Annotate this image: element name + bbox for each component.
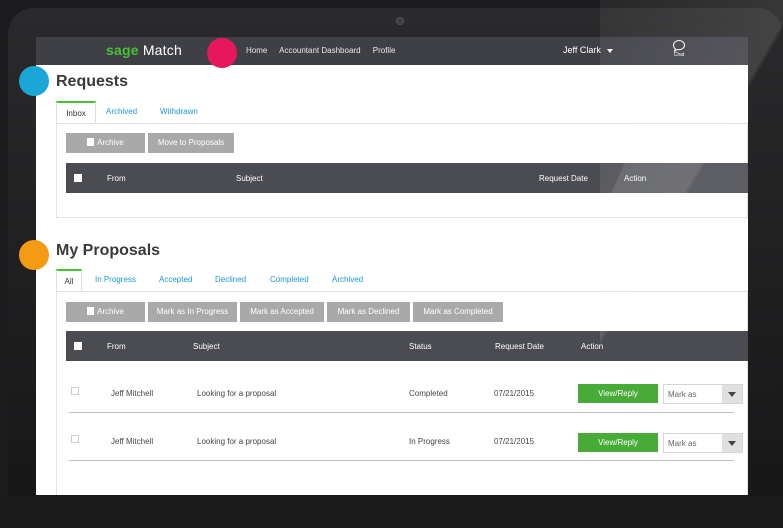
archive-icon <box>87 138 95 146</box>
row-subject: Looking for a proposal <box>197 389 277 398</box>
laptop-frame: sage Match Home Accountant Dashboard Pro… <box>0 0 783 528</box>
row-checkbox[interactable] <box>71 387 79 395</box>
mark-completed-button[interactable]: Mark as Completed <box>413 302 503 322</box>
row-status: Completed <box>409 389 448 398</box>
chevron-down-icon <box>606 48 613 53</box>
proposals-title: My Proposals <box>56 242 161 259</box>
row-from: Jeff Mitchell <box>111 389 154 398</box>
col-from: From <box>107 174 126 183</box>
chat-button[interactable]: Chat <box>670 39 688 58</box>
col-action: Action <box>581 342 604 351</box>
chat-icon <box>672 39 686 53</box>
requests-title: Requests <box>56 73 129 90</box>
tab-all[interactable]: All <box>56 269 82 291</box>
col-from: From <box>107 342 126 351</box>
chevron-down-icon <box>722 434 742 452</box>
requests-table-header: From Subject Request Date Action <box>66 163 748 193</box>
mark-as-select[interactable]: Mark as <box>663 433 743 453</box>
tab-declined[interactable]: Declined <box>215 269 246 291</box>
table-row: Jeff Mitchell Looking for a proposal In … <box>66 413 748 461</box>
table-row: Jeff Mitchell Looking for a proposal Com… <box>66 365 748 413</box>
brand-logo[interactable]: sage Match <box>106 42 182 58</box>
col-subject: Subject <box>236 174 263 183</box>
tab-archived[interactable]: Archived <box>106 101 137 123</box>
nav-home[interactable]: Home <box>246 46 267 55</box>
col-action: Action <box>624 174 647 183</box>
col-request-date: Request Date <box>539 174 588 183</box>
nav-accountant-dashboard[interactable]: Accountant Dashboard <box>279 46 360 55</box>
tab-inbox[interactable]: Inbox <box>56 101 96 123</box>
proposals-select-all-checkbox[interactable] <box>74 342 82 350</box>
requests-panel: Archive Move to Proposals From Subject R… <box>56 123 748 218</box>
annotation-marker-blue <box>19 66 49 96</box>
archive-button-label: Archive <box>97 138 124 147</box>
mark-as-select[interactable]: Mark as <box>663 384 743 404</box>
mark-declined-button[interactable]: Mark as Declined <box>327 302 410 322</box>
top-navigation-bar: sage Match Home Accountant Dashboard Pro… <box>36 37 748 65</box>
nav-profile[interactable]: Profile <box>373 46 396 55</box>
brand-match: Match <box>142 42 182 58</box>
proposals-tabs: All In Progress Accepted Declined Comple… <box>56 269 456 291</box>
row-from: Jeff Mitchell <box>111 437 154 446</box>
row-checkbox[interactable] <box>71 435 79 443</box>
tab-accepted[interactable]: Accepted <box>159 269 192 291</box>
mark-as-value: Mark as <box>668 439 697 448</box>
view-reply-button[interactable]: View/Reply <box>578 384 658 403</box>
archive-button[interactable]: Archive <box>66 133 145 153</box>
row-divider <box>69 460 734 461</box>
mark-accepted-button[interactable]: Mark as Accepted <box>240 302 324 322</box>
view-reply-button[interactable]: View/Reply <box>578 433 658 452</box>
col-subject: Subject <box>193 342 220 351</box>
tab-in-progress[interactable]: In Progress <box>95 269 136 291</box>
webcam <box>396 17 404 25</box>
brand-sage: sage <box>106 42 139 58</box>
move-to-proposals-button[interactable]: Move to Proposals <box>148 133 234 153</box>
col-request-date: Request Date <box>495 342 544 351</box>
tab-completed[interactable]: Completed <box>270 269 309 291</box>
proposals-panel: Archive Mark as In Progress Mark as Acce… <box>56 291 748 495</box>
chevron-down-icon <box>722 385 742 403</box>
proposals-archive-button[interactable]: Archive <box>66 302 145 322</box>
row-status: In Progress <box>409 437 450 446</box>
app-screen: sage Match Home Accountant Dashboard Pro… <box>36 37 748 495</box>
select-all-checkbox[interactable] <box>74 174 82 182</box>
chat-label: Chat <box>673 52 685 58</box>
row-subject: Looking for a proposal <box>197 437 277 446</box>
requests-tabs: Inbox Archived Withdrawn <box>56 101 356 123</box>
proposals-table-header: From Subject Status Request Date Action <box>66 331 748 361</box>
proposals-archive-label: Archive <box>97 307 124 316</box>
user-menu[interactable]: Jeff Clark <box>563 45 613 55</box>
laptop-bottom-edge <box>0 496 783 528</box>
mark-as-value: Mark as <box>668 390 697 399</box>
row-date: 07/21/2015 <box>494 389 535 398</box>
main-nav: Home Accountant Dashboard Profile <box>246 46 405 55</box>
annotation-marker-pink <box>207 38 237 68</box>
annotation-marker-orange <box>19 240 49 270</box>
col-status: Status <box>409 342 432 351</box>
mark-in-progress-button[interactable]: Mark as In Progress <box>148 302 237 322</box>
user-name: Jeff Clark <box>563 45 601 55</box>
tab-archived-proposals[interactable]: Archived <box>332 269 363 291</box>
row-date: 07/21/2015 <box>494 437 535 446</box>
tab-withdrawn[interactable]: Withdrawn <box>160 101 198 123</box>
archive-icon <box>87 307 95 315</box>
